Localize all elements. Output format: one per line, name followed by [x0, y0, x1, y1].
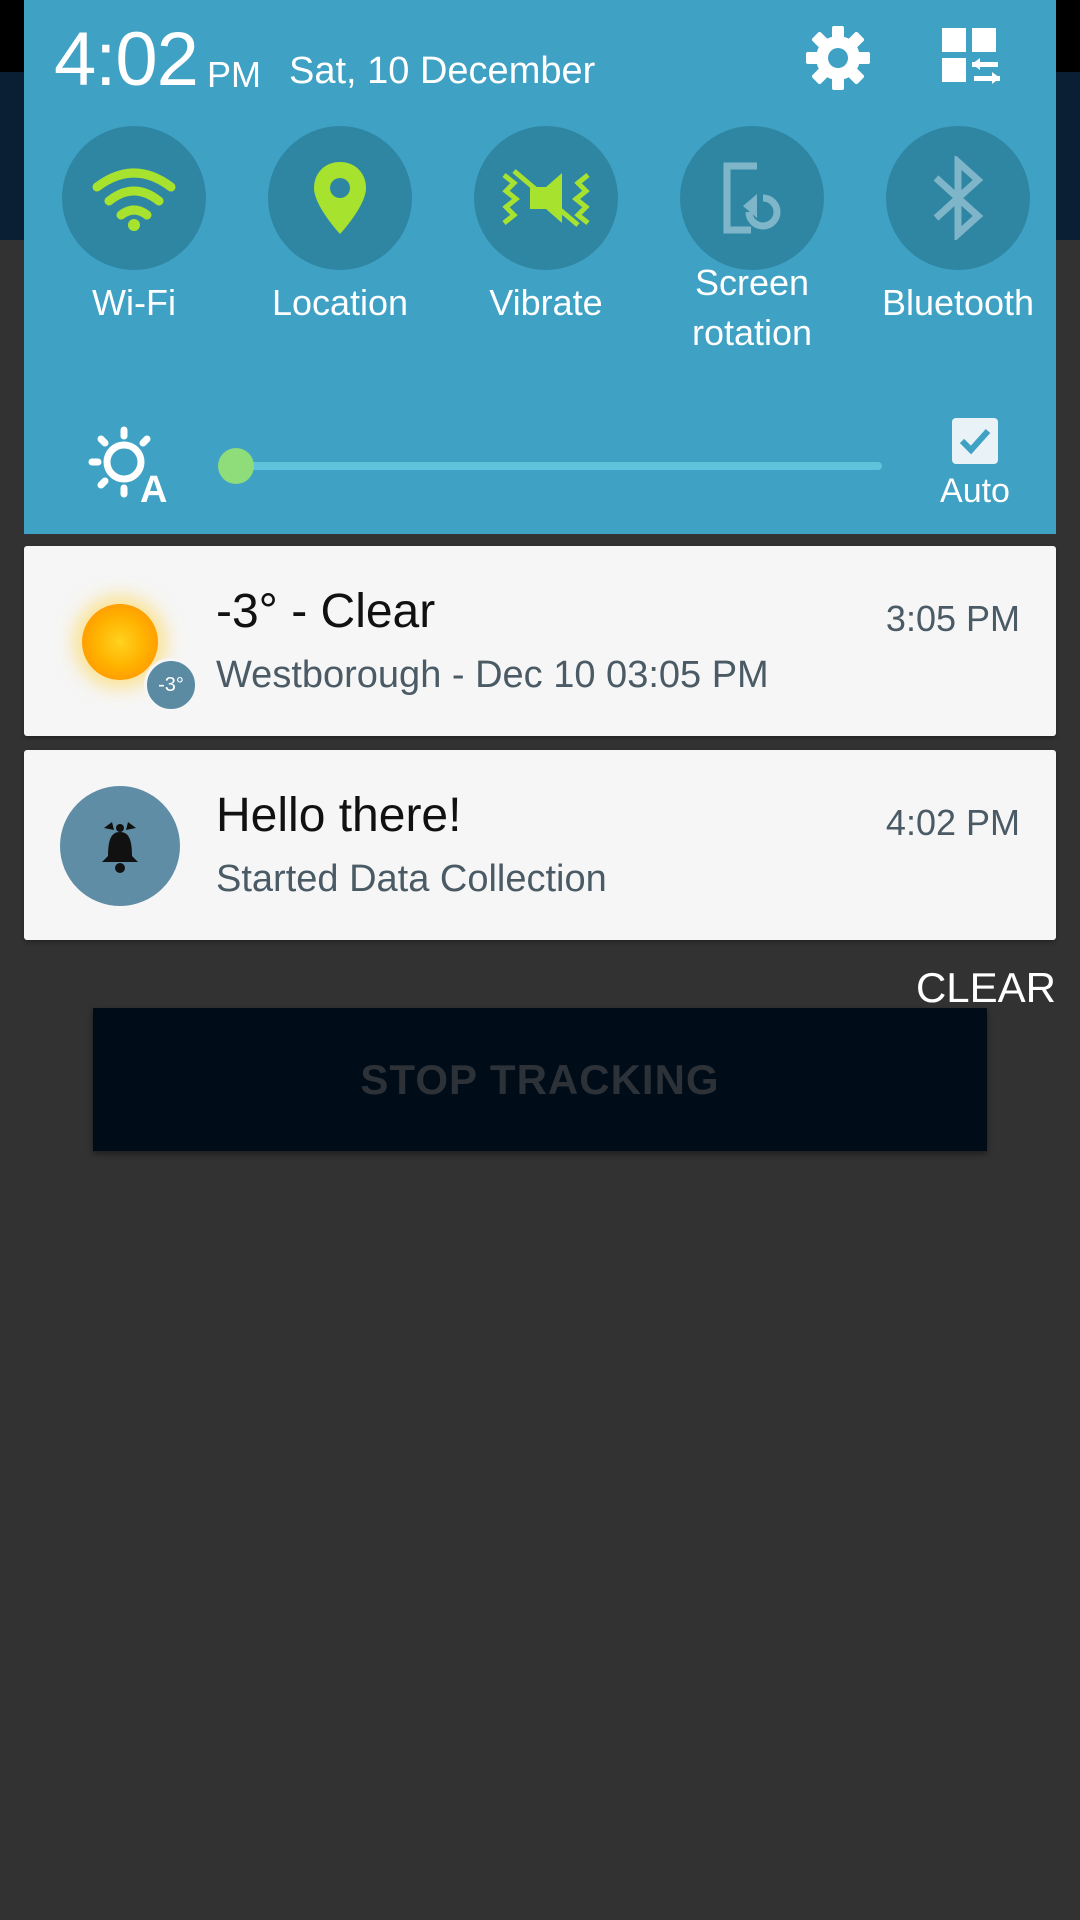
auto-brightness-checkbox[interactable] [952, 418, 998, 464]
sun-icon [82, 604, 158, 680]
notification-subtitle: Started Data Collection [216, 858, 607, 900]
date-label: Sat, 10 December [289, 50, 596, 92]
notification-title: Hello there! [216, 789, 462, 842]
vibrate-icon [474, 126, 618, 270]
temperature-badge: -3° [144, 658, 198, 712]
brightness-slider-thumb[interactable] [218, 448, 254, 484]
wifi-icon [62, 126, 206, 270]
notification-title: -3° - Clear [216, 585, 436, 638]
qs-tile-screen-rotation[interactable]: Screen rotation [657, 126, 847, 386]
notification-hello[interactable]: Hello there! Started Data Collection 4:0… [24, 750, 1056, 940]
notification-time: 3:05 PM [885, 598, 1020, 639]
checkmark-icon [959, 428, 991, 455]
brightness-slider-track[interactable] [236, 462, 882, 470]
brightness-auto-icon: A [88, 424, 176, 511]
qs-tile-location[interactable]: Location [245, 126, 435, 386]
qs-label-screen-rotation: Screen rotation [691, 262, 813, 353]
qs-tile-vibrate[interactable]: Vibrate [451, 126, 641, 386]
notification-weather[interactable]: -3° -3° - Clear Westborough - Dec 10 03:… [24, 546, 1056, 736]
notification-subtitle: Westborough - Dec 10 03:05 PM [216, 654, 769, 696]
qs-tile-bluetooth[interactable]: Bluetooth [863, 126, 1053, 386]
qs-label-vibrate: Vibrate [489, 282, 603, 323]
qs-tile-wifi[interactable]: Wi-Fi [39, 126, 229, 386]
bell-icon [60, 786, 180, 906]
quick-settings-panel: 4:02 PM Sat, 10 December Wi-Fi Location … [24, 0, 1056, 534]
screen-rotation-icon [680, 126, 824, 270]
location-pin-icon [268, 126, 412, 270]
qs-label-bluetooth: Bluetooth [881, 282, 1035, 323]
qs-label-wifi: Wi-Fi [92, 282, 176, 323]
screen: STOP TRACKING 4:02 PM Sat, 10 December W… [0, 0, 1080, 1920]
edit-tiles-grid-icon[interactable] [934, 22, 1006, 94]
clock-ampm: PM [207, 54, 261, 95]
svg-text:A: A [140, 469, 167, 504]
auto-brightness-label: Auto [940, 472, 1010, 510]
clear-notifications-button[interactable]: CLEAR [916, 964, 1056, 1012]
settings-gear-icon[interactable] [802, 22, 874, 94]
qs-label-location: Location [271, 282, 409, 323]
notification-time: 4:02 PM [885, 802, 1020, 843]
bluetooth-icon [886, 126, 1030, 270]
stop-tracking-button[interactable]: STOP TRACKING [93, 1008, 987, 1151]
clock-time: 4:02 [54, 17, 199, 102]
